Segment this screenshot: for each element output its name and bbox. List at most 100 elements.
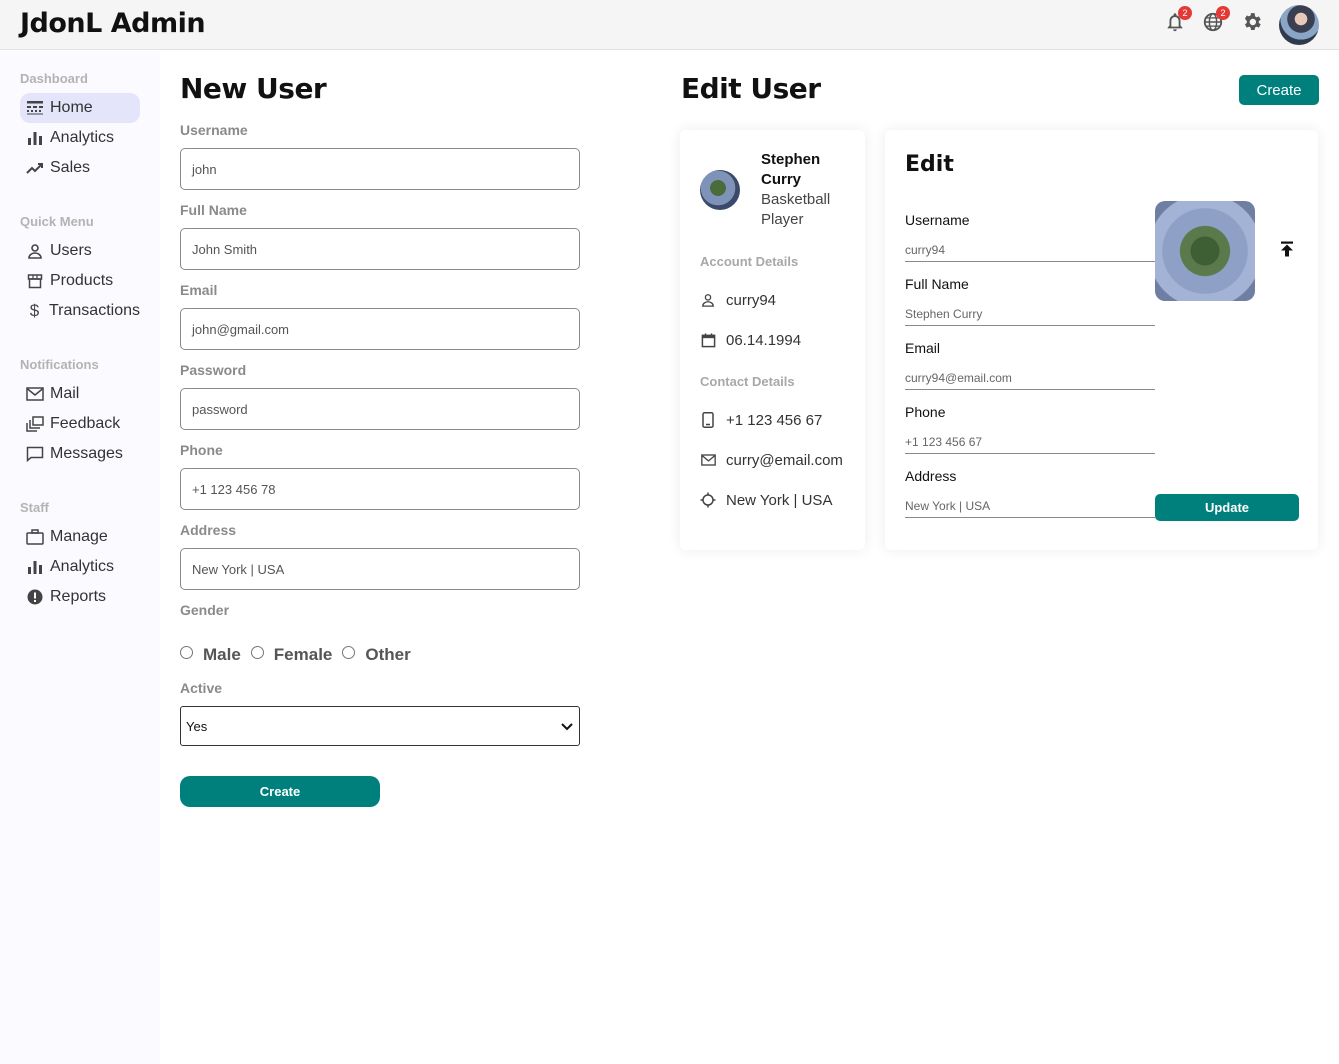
user-show-phone: +1 123 456 67 xyxy=(700,410,822,430)
sidebar-item-label: Messages xyxy=(50,445,123,462)
phone-input[interactable]: +1 123 456 78 xyxy=(180,468,580,510)
sidebar-item-label: Users xyxy=(50,242,92,259)
sidebar-item-label: Sales xyxy=(50,159,91,176)
chat-bubble-icon xyxy=(26,445,44,463)
contact-details-label: Contact Details xyxy=(700,374,795,389)
user-show-email-text: curry@email.com xyxy=(726,451,843,469)
gear-icon xyxy=(1241,11,1263,38)
sidebar-item-sales[interactable]: Sales xyxy=(20,153,140,183)
phone-android-icon xyxy=(700,412,716,428)
user-show-address: New York | USA xyxy=(700,490,832,510)
active-select[interactable]: Yes xyxy=(180,706,580,746)
sidebar-section-dashboard: Dashboard xyxy=(20,71,88,86)
work-icon xyxy=(26,528,44,546)
user-show-username: curry94 xyxy=(700,290,776,310)
notifications-button[interactable]: 2 xyxy=(1163,6,1192,36)
gender-radio-group: Male Female Other xyxy=(180,645,421,665)
storefront-icon xyxy=(26,272,44,290)
gender-male-radio[interactable] xyxy=(180,645,193,659)
calendar-icon xyxy=(700,332,716,348)
sidebar-section-staff: Staff xyxy=(20,500,49,515)
person-icon xyxy=(700,292,716,308)
update-button[interactable]: Update xyxy=(1155,494,1299,521)
sidebar-item-products[interactable]: Products xyxy=(20,266,140,296)
user-show-username-text: curry94 xyxy=(726,291,777,309)
sidebar-item-home[interactable]: Home xyxy=(20,93,140,123)
edit-user-title: Edit User xyxy=(681,72,821,105)
new-user-create-button[interactable]: Create xyxy=(180,776,380,807)
update-email-input[interactable]: curry94@email.com xyxy=(905,366,1155,390)
app-logo[interactable]: JdonL Admin xyxy=(20,8,206,39)
sidebar-item-label: Home xyxy=(50,99,93,116)
user-create-button[interactable]: Create xyxy=(1239,75,1319,105)
sidebar-section-notifications: Notifications xyxy=(20,357,99,372)
topbar: JdonL Admin 2 2 xyxy=(0,0,1339,50)
active-select-value: Yes xyxy=(186,718,208,734)
mail-icon xyxy=(700,452,716,468)
user-show-name: Stephen Curry xyxy=(761,151,821,188)
sidebar-item-transactions[interactable]: $ Transactions xyxy=(20,296,140,326)
line-style-icon xyxy=(26,99,44,117)
report-icon xyxy=(26,588,44,606)
username-label: Username xyxy=(180,122,248,138)
gender-female-label[interactable]: Female xyxy=(274,645,333,665)
trending-up-icon xyxy=(26,159,44,177)
location-searching-icon xyxy=(700,492,716,508)
user-show-email: curry@email.com xyxy=(700,450,843,470)
update-full-name-input[interactable]: Stephen Curry xyxy=(905,302,1155,326)
bar-chart-icon xyxy=(26,558,44,576)
user-show-avatar xyxy=(700,170,740,210)
bar-chart-icon xyxy=(26,129,44,147)
sidebar-item-mail[interactable]: Mail xyxy=(20,379,140,409)
dollar-icon: $ xyxy=(29,301,40,320)
person-icon xyxy=(26,242,44,260)
chevron-down-icon xyxy=(561,719,573,734)
phone-label: Phone xyxy=(180,442,223,458)
address-input[interactable]: New York | USA xyxy=(180,548,580,590)
sidebar-item-manage[interactable]: Manage xyxy=(20,522,140,552)
sidebar-item-staff-analytics[interactable]: Analytics xyxy=(20,552,140,582)
update-phone-input[interactable]: +1 123 456 67 xyxy=(905,430,1155,454)
user-update-title: Edit xyxy=(905,152,954,177)
gender-male-label[interactable]: Male xyxy=(203,645,241,665)
update-username-input[interactable]: curry94 xyxy=(905,238,1155,262)
sidebar-section-quick-menu: Quick Menu xyxy=(20,214,94,229)
sidebar-item-label: Products xyxy=(50,272,114,289)
sidebar-item-users[interactable]: Users xyxy=(20,236,140,266)
sidebar-item-analytics[interactable]: Analytics xyxy=(20,123,140,153)
password-input[interactable]: password xyxy=(180,388,580,430)
active-label: Active xyxy=(180,680,223,696)
user-show-birthday-text: 06.14.1994 xyxy=(726,331,802,349)
update-username-label: Username xyxy=(905,212,970,228)
language-button[interactable]: 2 xyxy=(1201,6,1230,36)
update-address-input[interactable]: New York | USA xyxy=(905,494,1155,518)
sidebar-item-label: Analytics xyxy=(50,558,115,575)
gender-other-radio[interactable] xyxy=(342,645,356,659)
full-name-input[interactable]: John Smith xyxy=(180,228,580,270)
sidebar-item-label: Manage xyxy=(50,528,108,545)
password-label: Password xyxy=(180,362,247,378)
email-input[interactable]: john@gmail.com xyxy=(180,308,580,350)
gender-female-radio[interactable] xyxy=(250,645,264,659)
username-input[interactable]: john xyxy=(180,148,580,190)
notifications-badge: 2 xyxy=(1178,6,1192,20)
gender-other-label[interactable]: Other xyxy=(365,645,410,665)
publish-upload-icon[interactable] xyxy=(1278,240,1296,258)
dynamic-feed-icon xyxy=(26,415,44,433)
mail-icon xyxy=(26,385,44,403)
sidebar-item-label: Feedback xyxy=(50,415,121,432)
sidebar-item-feedback[interactable]: Feedback xyxy=(20,409,140,439)
full-name-label: Full Name xyxy=(180,202,247,218)
sidebar-item-label: Reports xyxy=(50,588,107,605)
new-user-title: New User xyxy=(180,72,327,105)
user-show-address-text: New York | USA xyxy=(726,491,833,509)
sidebar-item-messages[interactable]: Messages xyxy=(20,439,140,469)
sidebar-item-label: Mail xyxy=(50,385,80,402)
user-show-phone-text: +1 123 456 67 xyxy=(726,411,823,429)
sidebar-item-label: Transactions xyxy=(49,302,140,319)
user-avatar[interactable] xyxy=(1279,5,1319,45)
settings-button[interactable] xyxy=(1240,12,1264,36)
update-full-name-label: Full Name xyxy=(905,276,969,292)
sidebar-item-reports[interactable]: Reports xyxy=(20,582,140,612)
user-update-image xyxy=(1155,201,1255,301)
